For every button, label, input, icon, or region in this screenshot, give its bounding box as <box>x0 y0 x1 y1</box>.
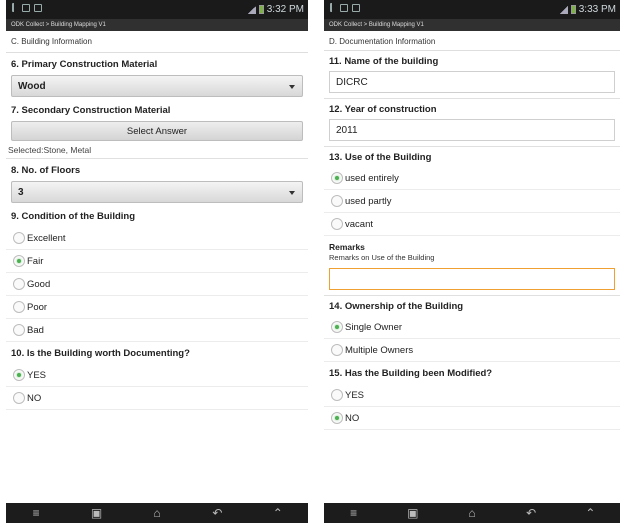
radio-unchecked-icon <box>13 392 25 404</box>
question-label: 7. Secondary Construction Material <box>11 104 171 116</box>
question-label: 12. Year of construction <box>329 103 437 115</box>
question-label: 8. No. of Floors <box>11 164 81 176</box>
primary-material-spinner[interactable]: Wood <box>11 75 303 97</box>
radio-option[interactable]: Excellent <box>6 227 308 250</box>
remarks-hint: Remarks on Use of the Building <box>329 253 435 262</box>
phone-screen-right: 3:33 PM ODK Collect > Building Mapping V… <box>324 0 620 523</box>
radio-unchecked-icon <box>13 301 25 313</box>
question-label: 9. Condition of the Building <box>11 210 136 222</box>
signal-icon <box>559 5 568 14</box>
dropdown-caret-icon <box>289 191 295 195</box>
menu-icon[interactable]: ≡ <box>26 503 46 523</box>
app-title: ODK Collect > Building Mapping V1 <box>6 19 308 31</box>
status-bar: 3:32 PM <box>6 0 308 19</box>
up-icon[interactable]: ⌃ <box>580 503 600 523</box>
option-label: Fair <box>27 255 44 267</box>
home-icon[interactable]: ⌂ <box>147 503 167 523</box>
image-icon <box>22 3 30 12</box>
radio-option[interactable]: used partly <box>324 190 620 213</box>
section-header: C. Building Information <box>6 31 308 53</box>
back-icon[interactable]: ↶ <box>521 503 541 523</box>
option-label: used partly <box>345 195 392 207</box>
form-content[interactable]: C. Building Information 6. Primary Const… <box>6 31 308 503</box>
mail-icon <box>352 3 360 12</box>
phone-screen-left: 3:32 PM ODK Collect > Building Mapping V… <box>6 0 308 523</box>
option-label: vacant <box>345 218 373 230</box>
radio-checked-icon <box>13 255 25 267</box>
usb-icon <box>12 3 18 12</box>
radio-unchecked-icon <box>13 278 25 290</box>
radio-unchecked-icon <box>331 195 343 207</box>
radio-option[interactable]: Good <box>6 273 308 296</box>
dropdown-caret-icon <box>289 85 295 89</box>
form-content[interactable]: D. Documentation Information 11. Name of… <box>324 31 620 503</box>
battery-icon <box>570 5 576 14</box>
mail-icon <box>34 3 42 12</box>
image-icon <box>340 3 348 12</box>
radio-option[interactable]: used entirely <box>324 167 620 190</box>
question-label: 15. Has the Building been Modified? <box>329 367 493 379</box>
navigation-bar: ≡ ▣ ⌂ ↶ ⌃ <box>324 503 620 523</box>
radio-option[interactable]: Fair <box>6 250 308 273</box>
app-title: ODK Collect > Building Mapping V1 <box>324 19 620 31</box>
section-header: D. Documentation Information <box>324 31 620 51</box>
option-label: Bad <box>27 324 44 336</box>
option-label: Poor <box>27 301 48 313</box>
radio-option[interactable]: vacant <box>324 213 620 236</box>
radio-option[interactable]: NO <box>324 407 620 430</box>
up-icon[interactable]: ⌃ <box>268 503 288 523</box>
question-label: 10. Is the Building worth Documenting? <box>11 347 190 359</box>
menu-icon[interactable]: ≡ <box>344 503 364 523</box>
spinner-value: Wood <box>18 81 46 92</box>
option-label: Multiple Owners <box>345 344 414 356</box>
option-label: Good <box>27 278 51 290</box>
radio-option[interactable]: Multiple Owners <box>324 339 620 362</box>
radio-option[interactable]: Bad <box>6 319 308 342</box>
navigation-bar: ≡ ▣ ⌂ ↶ ⌃ <box>6 503 308 523</box>
radio-checked-icon <box>331 321 343 333</box>
question-label: 14. Ownership of the Building <box>329 300 464 312</box>
question-label: 11. Name of the building <box>329 55 439 67</box>
radio-unchecked-icon <box>331 344 343 356</box>
year-input[interactable]: 2011 <box>329 119 615 141</box>
option-label: NO <box>27 392 42 404</box>
question-label: 6. Primary Construction Material <box>11 58 158 70</box>
question-label: 13. Use of the Building <box>329 151 432 163</box>
battery-icon <box>258 5 264 14</box>
option-label: Excellent <box>27 232 66 244</box>
radio-unchecked-icon <box>13 232 25 244</box>
radio-option[interactable]: Poor <box>6 296 308 319</box>
selected-values: Selected:Stone, Metal <box>8 145 92 155</box>
floors-spinner[interactable]: 3 <box>11 181 303 203</box>
radio-checked-icon <box>331 172 343 184</box>
radio-checked-icon <box>331 412 343 424</box>
radio-unchecked-icon <box>331 218 343 230</box>
radio-option[interactable]: Single Owner <box>324 316 620 339</box>
signal-icon <box>247 5 256 14</box>
remarks-input[interactable] <box>329 268 615 290</box>
radio-unchecked-icon <box>13 324 25 336</box>
option-label: YES <box>27 369 47 381</box>
back-icon[interactable]: ↶ <box>207 503 227 523</box>
remarks-label: Remarks <box>329 242 365 252</box>
building-name-input[interactable]: DICRC <box>329 71 615 93</box>
radio-option[interactable]: NO <box>6 387 308 410</box>
status-time: 3:32 PM <box>266 4 304 15</box>
option-label: YES <box>345 389 365 401</box>
radio-option[interactable]: YES <box>324 384 620 407</box>
status-time: 3:33 PM <box>578 4 616 15</box>
option-label: Single Owner <box>345 321 403 333</box>
recent-apps-icon[interactable]: ▣ <box>87 503 107 523</box>
radio-unchecked-icon <box>331 389 343 401</box>
home-icon[interactable]: ⌂ <box>462 503 482 523</box>
option-label: used entirely <box>345 172 399 184</box>
spinner-value: 3 <box>18 187 24 198</box>
recent-apps-icon[interactable]: ▣ <box>403 503 423 523</box>
status-bar: 3:33 PM <box>324 0 620 19</box>
select-answer-button[interactable]: Select Answer <box>11 121 303 141</box>
radio-option[interactable]: YES <box>6 364 308 387</box>
radio-checked-icon <box>13 369 25 381</box>
option-label: NO <box>345 412 360 424</box>
usb-icon <box>330 3 336 12</box>
